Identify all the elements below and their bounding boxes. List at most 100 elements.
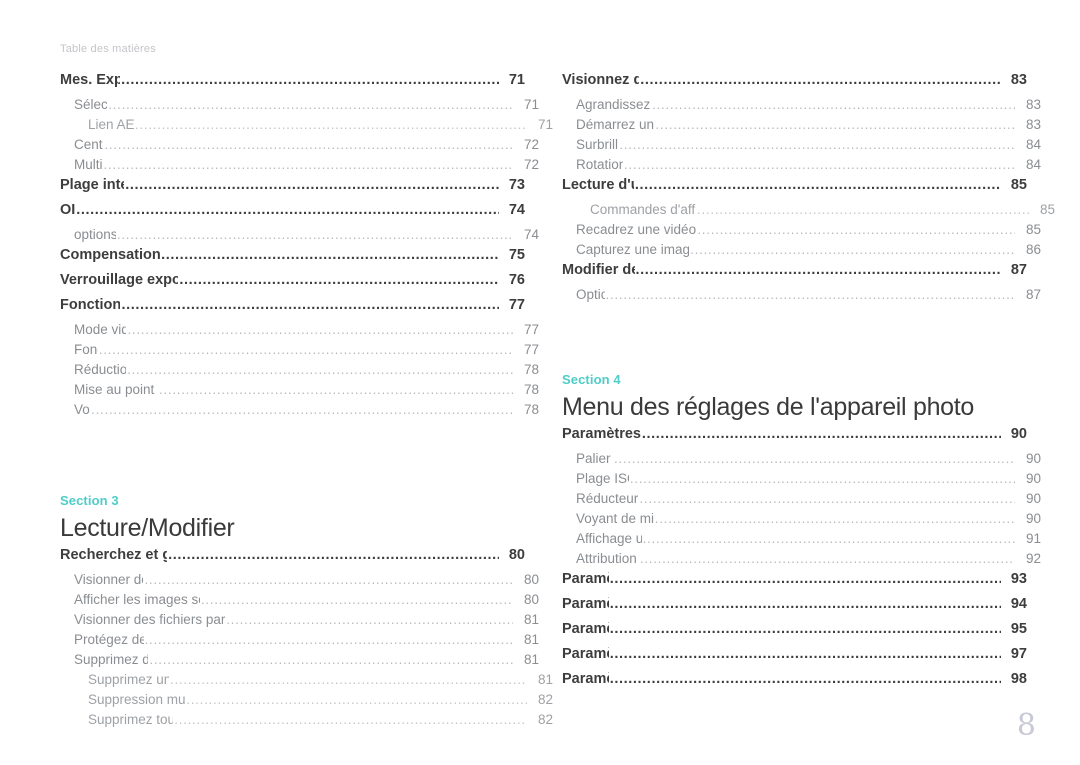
toc-entry-label: Attribution touches — [576, 550, 639, 566]
toc-dot-leader: ........................................… — [98, 342, 513, 357]
toc-entry[interactable]: Paramètre 1.............................… — [562, 571, 1027, 596]
page-number-folio: 8 — [1016, 708, 1036, 743]
toc-entry-label: Mise au point automatique — [74, 382, 158, 397]
toc-entry[interactable]: Plage intelligente......................… — [60, 177, 525, 202]
toc-entry-label: Surbrillance — [576, 137, 619, 152]
toc-entry[interactable]: options OIS.............................… — [60, 227, 539, 247]
toc-entry-page-number: 83 — [1025, 97, 1041, 112]
section-kicker: Section 3 — [60, 493, 119, 508]
toc-entry[interactable]: Capturez une image pendant la lecture...… — [562, 242, 1041, 262]
toc-entry[interactable]: Suppression multiple de fichiers........… — [60, 692, 553, 712]
toc-entry-page-number: 93 — [1010, 570, 1027, 587]
toc-entry[interactable]: Réducteur de bruit......................… — [562, 491, 1041, 511]
section-opener: Section 3 Lecture/Modifier — [60, 493, 525, 543]
toc-entry[interactable]: Paramètre 3.............................… — [562, 621, 1027, 646]
toc-dot-leader: ........................................… — [655, 117, 1015, 132]
toc-entry[interactable]: Supprimez tous les fichiers.............… — [60, 712, 553, 732]
toc-entry-label: Paramètre 5 — [562, 670, 609, 687]
toc-entry-label: Paramètres utilisateur — [562, 425, 641, 442]
toc-entry-label: Agrandissez une photo — [576, 97, 651, 112]
toc-entry[interactable]: Voyant de mise au point.................… — [562, 511, 1041, 531]
toc-dot-leader: ........................................… — [609, 645, 1001, 662]
toc-entry[interactable]: Réduction vent..........................… — [60, 362, 539, 382]
toc-entry-page-number: 81 — [523, 611, 539, 627]
toc-entry[interactable]: Attribution touches.....................… — [562, 551, 1041, 571]
toc-dot-leader: ........................................… — [170, 671, 527, 687]
toc-entry[interactable]: Modifier des photos.....................… — [562, 262, 1027, 287]
toc-entry-label: Centrée — [74, 137, 103, 152]
toc-entry-page-number: 77 — [523, 342, 539, 357]
toc-entry[interactable]: Mode vidéo AE...........................… — [60, 322, 539, 342]
toc-entry[interactable]: Démarrez un diaporama...................… — [562, 117, 1041, 137]
toc-entry-page-number: 71 — [508, 72, 525, 88]
toc-entry-label: Réduction vent — [74, 362, 127, 377]
toc-entry[interactable]: Centrée.................................… — [60, 137, 539, 157]
toc-entry[interactable]: Affichage utilisateur...................… — [562, 531, 1041, 551]
toc-entry[interactable]: Compensation de l'exposition............… — [60, 247, 525, 272]
toc-entry[interactable]: OIS.....................................… — [60, 202, 525, 227]
toc-entry-label: Fondu — [74, 342, 98, 357]
toc-entry[interactable]: Mes. Exposition.........................… — [60, 72, 525, 97]
toc-entry-label: Plage intelligente — [60, 177, 124, 193]
toc-entry-page-number: 85 — [1025, 222, 1041, 237]
toc-entry-page-number: 76 — [508, 272, 525, 288]
toc-dot-leader: ........................................… — [125, 177, 499, 193]
section-title: Menu des réglages de l'appareil photo — [562, 392, 975, 421]
toc-dot-leader: ........................................… — [174, 711, 527, 727]
toc-entry-page-number: 81 — [523, 651, 539, 667]
toc-entry[interactable]: Recadrez une vidéo au cours de la lectur… — [562, 222, 1041, 242]
toc-entry-label: Supprimez tous les fichiers — [88, 711, 174, 727]
toc-entry-label: Sélective — [74, 97, 108, 112]
toc-entry[interactable]: Fonctions vidéo.........................… — [60, 297, 525, 322]
toc-entry[interactable]: Rotation auto...........................… — [562, 157, 1041, 177]
toc-entry[interactable]: Sélective...............................… — [60, 97, 539, 117]
toc-dot-leader: ........................................… — [609, 595, 1001, 612]
toc-entry[interactable]: Voix....................................… — [60, 402, 539, 422]
toc-entry-page-number: 83 — [1025, 117, 1041, 132]
toc-entry[interactable]: Visionner des fichiers par catégorie dan… — [60, 612, 539, 632]
toc-entry[interactable]: Lecture d'une vidéo.....................… — [562, 177, 1027, 202]
toc-dot-leader: ........................................… — [179, 272, 499, 288]
toc-entry[interactable]: Mise au point automatique...............… — [60, 382, 539, 402]
toc-entry-page-number: 84 — [1025, 157, 1041, 172]
toc-entry[interactable]: Lien AE à AF............................… — [60, 117, 553, 137]
toc-entry-page-number: 80 — [508, 546, 525, 563]
toc-entry-page-number: 81 — [523, 631, 539, 647]
toc-dot-leader: ........................................… — [134, 117, 527, 132]
toc-dot-leader: ........................................… — [127, 322, 513, 337]
toc-entry[interactable]: Verrouillage exposition/mise au point...… — [60, 272, 525, 297]
toc-entry[interactable]: Paramètres utilisateur..................… — [562, 426, 1027, 451]
toc-entry-page-number: 73 — [508, 177, 525, 193]
toc-entry[interactable]: Visionner des photos....................… — [60, 572, 539, 592]
toc-entry-label: Fonctions vidéo — [60, 297, 121, 313]
toc-entry-label: Réducteur de bruit — [576, 490, 639, 506]
toc-entry[interactable]: Plage ISO auto..........................… — [562, 471, 1041, 491]
toc-entry-page-number: 98 — [1010, 670, 1027, 687]
toc-entry[interactable]: Recherchez et gérez des fichiers........… — [60, 547, 525, 572]
toc-entry-page-number: 74 — [508, 202, 525, 218]
toc-entry-page-number: 83 — [1010, 72, 1027, 88]
toc-entry[interactable]: Fondu...................................… — [60, 342, 539, 362]
toc-entry[interactable]: Paramètre 4.............................… — [562, 646, 1027, 671]
toc-entry[interactable]: Multiple................................… — [60, 157, 539, 177]
toc-entry[interactable]: Afficher les images sous forme de miniat… — [60, 592, 539, 612]
toc-entry[interactable]: Commandes d'affichage des vidéos........… — [562, 202, 1055, 222]
toc-entry[interactable]: Paramètre 5.............................… — [562, 671, 1027, 696]
toc-entry-label: Mes. Exposition — [60, 72, 121, 88]
toc-dot-leader: ........................................… — [690, 242, 1015, 257]
toc-entry[interactable]: Agrandissez une photo...................… — [562, 97, 1041, 117]
toc-entry[interactable]: Palier ISO..............................… — [562, 451, 1041, 471]
toc-dot-leader: ........................................… — [121, 297, 499, 313]
toc-entry[interactable]: Supprimez des fichiers..................… — [60, 652, 539, 672]
toc-entry-label: Recherchez et gérez des fichiers — [60, 546, 168, 563]
toc-entry[interactable]: Paramètre 2.............................… — [562, 596, 1027, 621]
toc-entry-page-number: 78 — [523, 362, 539, 377]
toc-entry-label: Supprimez des fichiers — [74, 651, 149, 667]
toc-entry[interactable]: Visionnez des photos....................… — [562, 72, 1027, 97]
toc-entry[interactable]: Surbrillance............................… — [562, 137, 1041, 157]
toc-entry[interactable]: Supprimez un seul fichier...............… — [60, 672, 553, 692]
toc-entry-page-number: 71 — [523, 97, 539, 112]
toc-entry[interactable]: Protégez des fichiers...................… — [60, 632, 539, 652]
toc-entry[interactable]: Options.................................… — [562, 287, 1041, 307]
